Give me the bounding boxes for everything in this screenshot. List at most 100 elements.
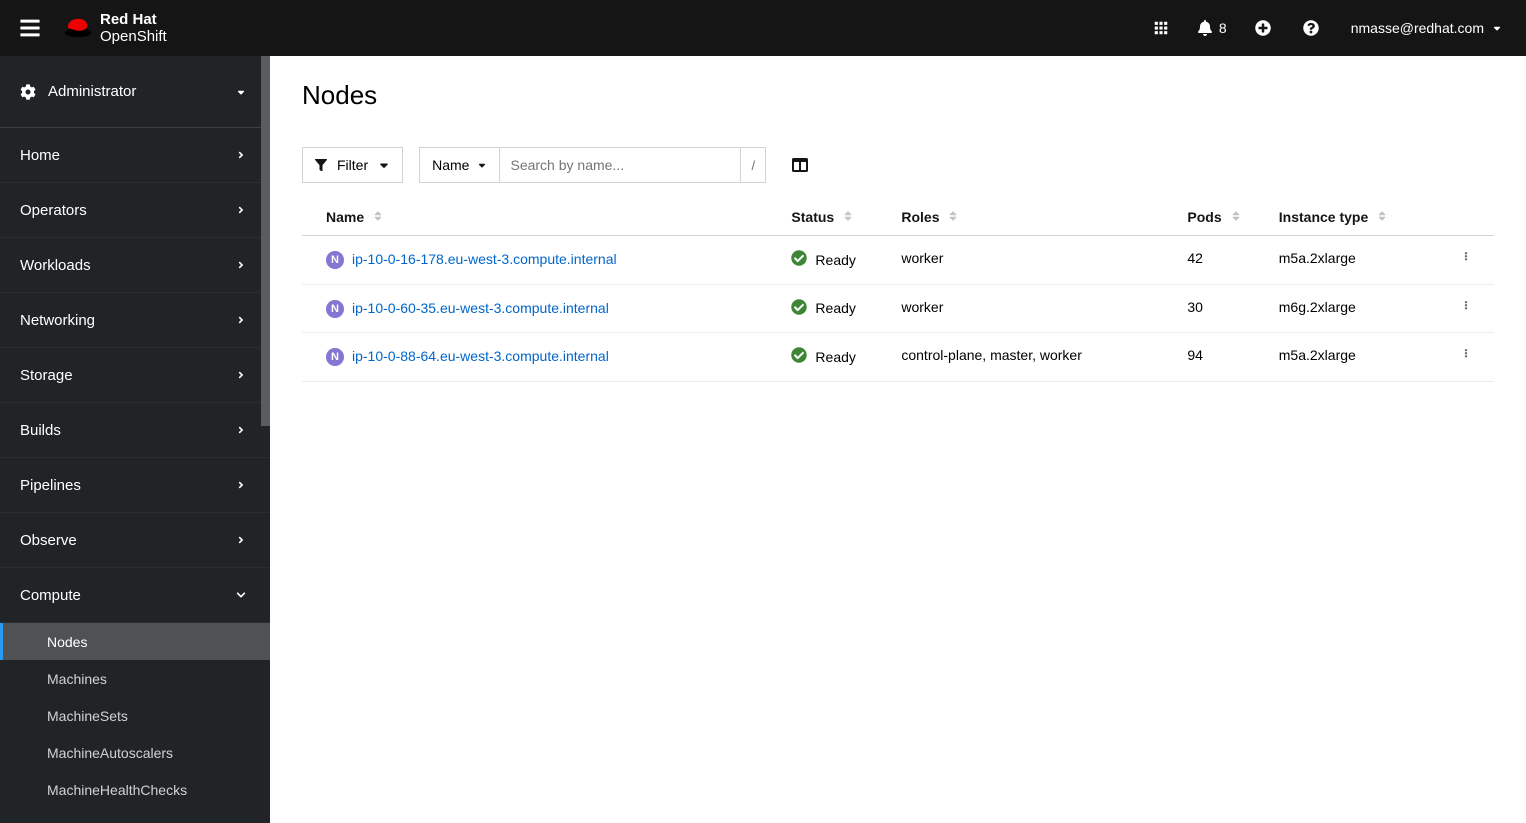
masthead: Red Hat OpenShift 8 nmasse@redhat.com xyxy=(0,0,1526,56)
help-button[interactable] xyxy=(1287,0,1335,56)
brand-line2: OpenShift xyxy=(100,29,167,44)
sidebar-item-builds[interactable]: Builds xyxy=(0,403,270,458)
sidebar-subitem-machines[interactable]: Machines xyxy=(0,660,270,697)
sidebar-item-storage[interactable]: Storage xyxy=(0,348,270,403)
node-link[interactable]: ip-10-0-16-178.eu-west-3.compute.interna… xyxy=(352,250,617,270)
node-badge: N xyxy=(326,300,344,318)
caret-down-icon xyxy=(236,87,246,97)
sidebar-item-label: Storage xyxy=(20,367,73,384)
sidebar-item-networking[interactable]: Networking xyxy=(0,293,270,348)
sidebar-item-label: Workloads xyxy=(20,257,91,274)
perspective-label: Administrator xyxy=(48,83,136,100)
sidebar-subitem-machinehealthchecks[interactable]: MachineHealthChecks xyxy=(0,771,270,808)
sidebar-item-pipelines[interactable]: Pipelines xyxy=(0,458,270,513)
sidebar-item-label: Networking xyxy=(20,312,95,329)
table-row: Nip-10-0-60-35.eu-west-3.compute.interna… xyxy=(302,284,1494,333)
bell-icon xyxy=(1197,20,1213,36)
kebab-menu-button[interactable] xyxy=(1459,348,1473,364)
kebab-menu-button[interactable] xyxy=(1459,251,1473,267)
brand-line1: Red Hat xyxy=(100,12,167,27)
roles-cell: worker xyxy=(901,284,1187,333)
brand-text: Red Hat OpenShift xyxy=(100,12,167,44)
columns-icon xyxy=(792,157,808,173)
instance-type-cell: m5a.2xlarge xyxy=(1279,236,1454,285)
sidebar-subitem-nodes[interactable]: Nodes xyxy=(0,623,270,660)
sidebar-scrollbar[interactable] xyxy=(261,56,270,426)
redhat-fedora-icon xyxy=(64,18,92,38)
table-row: Nip-10-0-16-178.eu-west-3.compute.intern… xyxy=(302,236,1494,285)
page-title: Nodes xyxy=(302,80,1494,111)
sidebar-item-label: Home xyxy=(20,147,60,164)
node-badge: N xyxy=(326,251,344,269)
node-badge: N xyxy=(326,348,344,366)
search-type-label: Name xyxy=(432,157,469,173)
sidebar-item-workloads[interactable]: Workloads xyxy=(0,238,270,293)
pods-cell: 42 xyxy=(1187,236,1278,285)
sidebar-item-label: Pipelines xyxy=(20,477,81,494)
sidebar-item-label: Builds xyxy=(20,422,61,439)
caret-down-icon xyxy=(1492,23,1502,33)
filter-icon xyxy=(315,159,327,171)
column-pods[interactable]: Pods xyxy=(1187,199,1278,236)
search-shortcut-hint: / xyxy=(740,148,765,182)
column-status[interactable]: Status xyxy=(791,199,901,236)
status-ready: Ready xyxy=(791,250,893,269)
user-label: nmasse@redhat.com xyxy=(1351,20,1484,36)
roles-cell: control-plane, master, worker xyxy=(901,333,1187,382)
column-roles[interactable]: Roles xyxy=(901,199,1187,236)
search-type-select[interactable]: Name xyxy=(420,148,500,182)
node-link[interactable]: ip-10-0-60-35.eu-west-3.compute.internal xyxy=(352,299,609,319)
sort-icon xyxy=(374,210,382,222)
sidebar-subitem-machineautoscalers[interactable]: MachineAutoscalers xyxy=(0,734,270,771)
manage-columns-button[interactable] xyxy=(782,147,818,183)
sort-icon xyxy=(949,210,957,222)
column-instance-type[interactable]: Instance type xyxy=(1279,199,1454,236)
table-row: Nip-10-0-88-64.eu-west-3.compute.interna… xyxy=(302,333,1494,382)
sidebar: Administrator Home Operators Workloads Netw… xyxy=(0,56,270,823)
kebab-menu-button[interactable] xyxy=(1459,300,1473,316)
sidebar-item-label: Operators xyxy=(20,202,87,219)
plus-circle-icon xyxy=(1255,20,1271,36)
sidebar-item-observe[interactable]: Observe xyxy=(0,513,270,568)
bars-icon xyxy=(19,17,41,39)
pods-cell: 94 xyxy=(1187,333,1278,382)
sort-icon xyxy=(844,210,852,222)
roles-cell: worker xyxy=(901,236,1187,285)
question-circle-icon xyxy=(1303,20,1319,36)
check-circle-icon xyxy=(791,347,807,366)
user-menu-button[interactable]: nmasse@redhat.com xyxy=(1335,0,1510,56)
main-content: Nodes Filter Name / NameStatusRolesPodsI… xyxy=(270,56,1526,823)
column-name[interactable]: Name xyxy=(302,199,791,236)
nodes-table: NameStatusRolesPodsInstance type Nip-10-… xyxy=(302,199,1494,382)
sidebar-item-label: Compute xyxy=(20,587,81,604)
node-link[interactable]: ip-10-0-88-64.eu-west-3.compute.internal xyxy=(352,347,609,367)
caret-down-icon xyxy=(477,160,487,170)
caret-down-icon xyxy=(378,159,390,171)
instance-type-cell: m6g.2xlarge xyxy=(1279,284,1454,333)
search-input[interactable] xyxy=(500,148,740,182)
sidebar-item-compute[interactable]: Compute xyxy=(0,568,270,623)
status-ready: Ready xyxy=(791,347,893,366)
check-circle-icon xyxy=(791,250,807,269)
sidebar-subitem-machinesets[interactable]: MachineSets xyxy=(0,697,270,734)
import-button[interactable] xyxy=(1239,0,1287,56)
sort-icon xyxy=(1232,210,1240,222)
notification-count: 8 xyxy=(1219,20,1227,36)
instance-type-cell: m5a.2xlarge xyxy=(1279,333,1454,382)
check-circle-icon xyxy=(791,299,807,318)
app-launcher-button[interactable] xyxy=(1137,0,1185,56)
grid-icon xyxy=(1153,20,1169,36)
filter-label: Filter xyxy=(337,157,368,173)
toolbar: Filter Name / xyxy=(302,147,1494,183)
sort-icon xyxy=(1378,210,1386,222)
perspective-switcher[interactable]: Administrator xyxy=(0,56,270,128)
sidebar-item-home[interactable]: Home xyxy=(0,128,270,183)
filter-button[interactable]: Filter xyxy=(302,147,403,183)
sidebar-item-operators[interactable]: Operators xyxy=(0,183,270,238)
search-group: Name / xyxy=(419,147,766,183)
notifications-button[interactable]: 8 xyxy=(1185,0,1239,56)
brand[interactable]: Red Hat OpenShift xyxy=(64,12,167,44)
menu-toggle-button[interactable] xyxy=(0,0,60,56)
cog-icon xyxy=(20,84,36,100)
status-ready: Ready xyxy=(791,299,893,318)
